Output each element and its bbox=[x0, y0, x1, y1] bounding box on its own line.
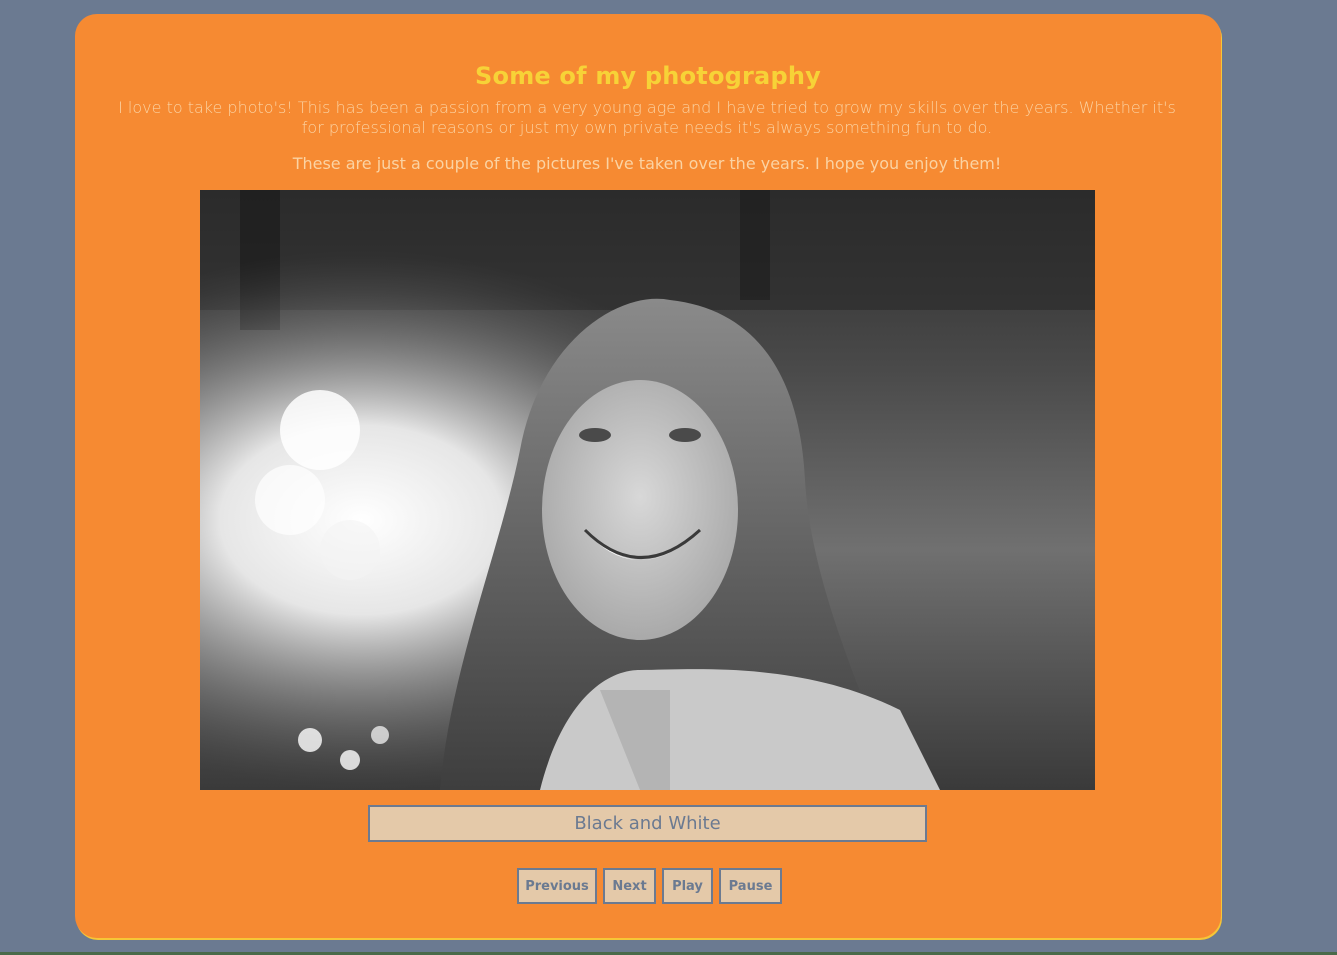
pause-button[interactable]: Pause bbox=[719, 868, 782, 904]
slideshow-photo bbox=[200, 190, 1095, 790]
intro-text: I love to take photo's! This has been a … bbox=[118, 98, 1176, 137]
photography-card: Some of my photography I love to take ph… bbox=[75, 14, 1221, 938]
slide-caption: Black and White bbox=[368, 805, 927, 842]
previous-button[interactable]: Previous bbox=[517, 868, 597, 904]
subtitle-text: These are just a couple of the pictures … bbox=[292, 154, 1002, 173]
play-button[interactable]: Play bbox=[662, 868, 713, 904]
next-button[interactable]: Next bbox=[603, 868, 656, 904]
slideshow-controls: Previous Next Play Pause bbox=[517, 868, 782, 904]
page-title: Some of my photography bbox=[475, 62, 821, 90]
